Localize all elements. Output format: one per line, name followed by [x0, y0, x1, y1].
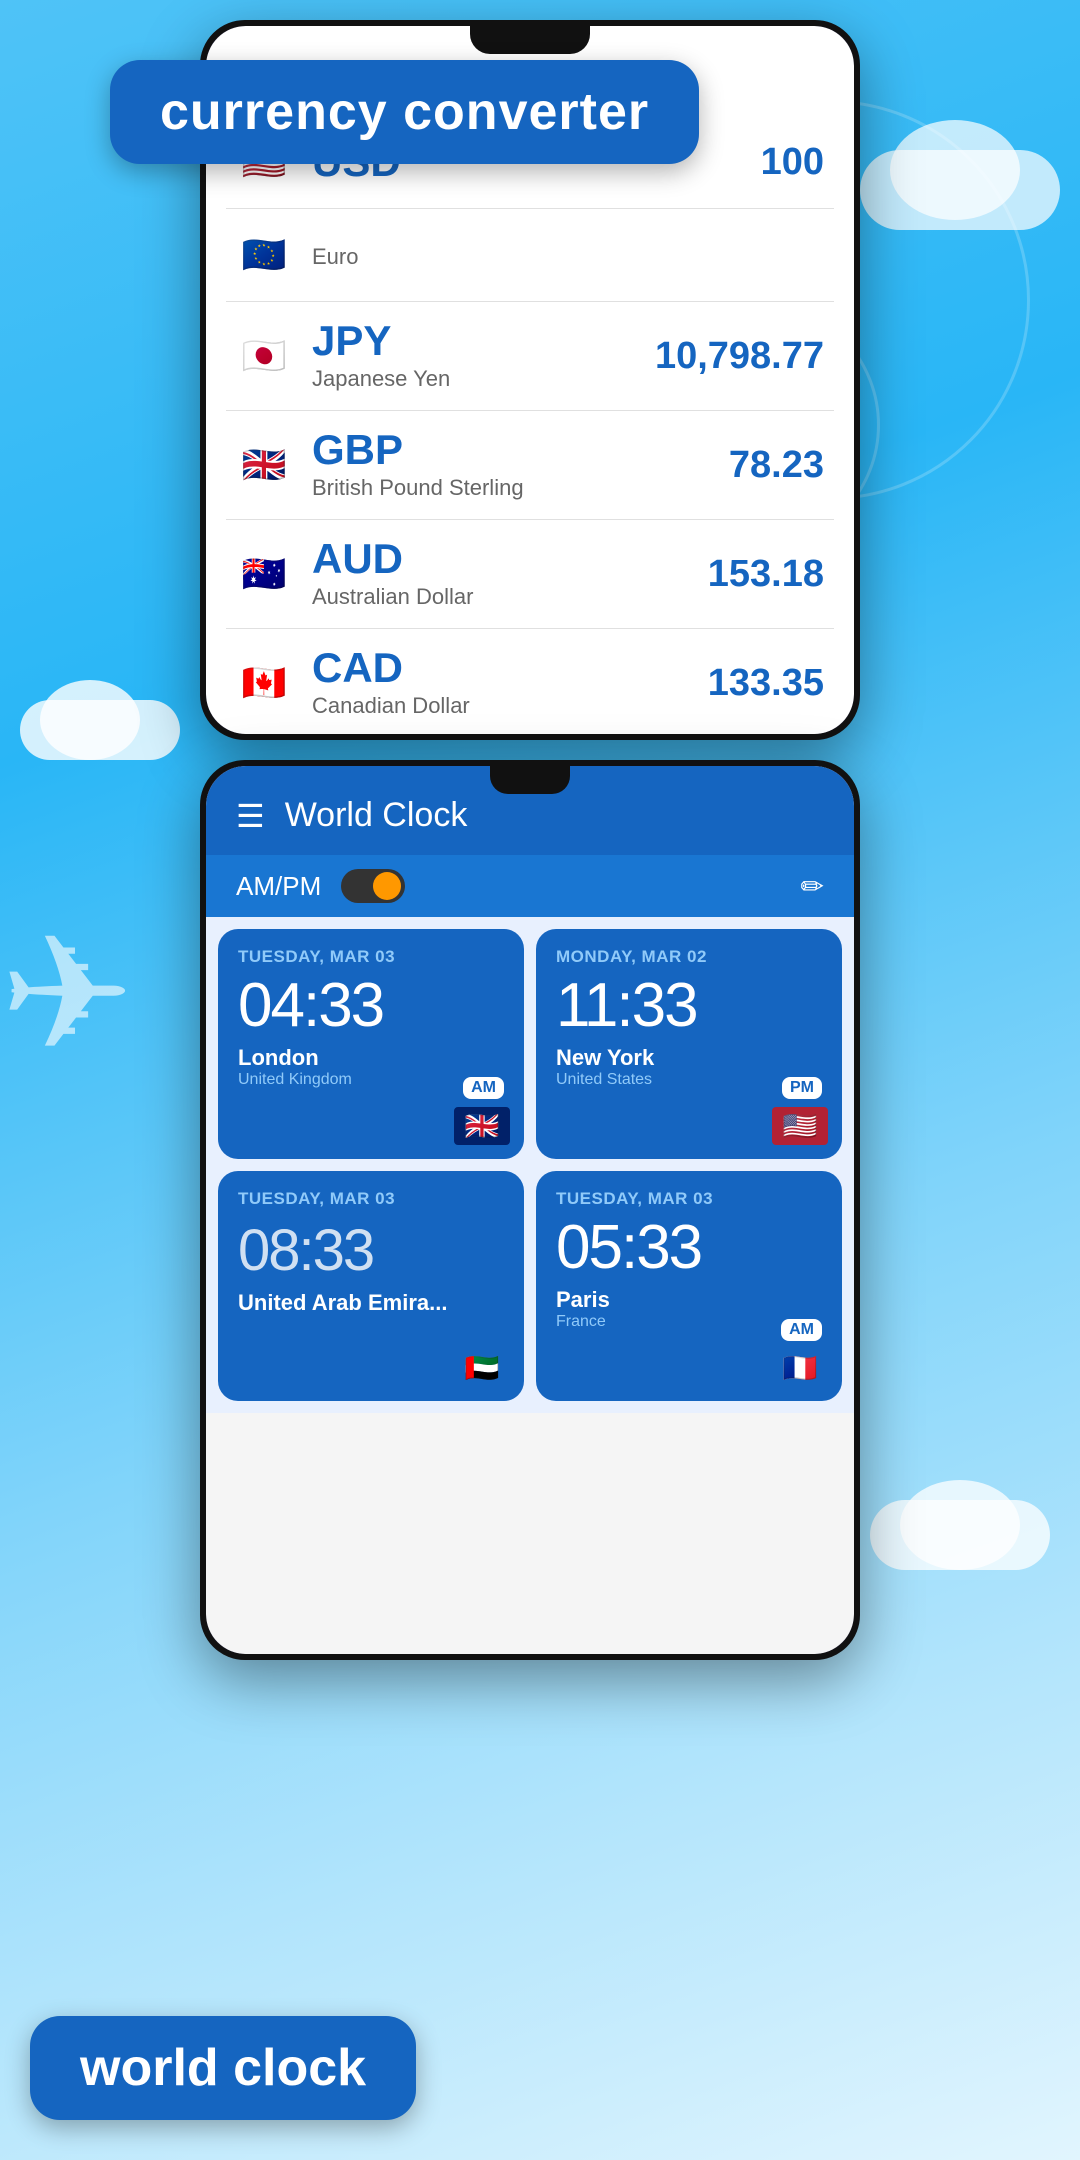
- world-clock-toolbar: AM/PM ✏: [206, 855, 854, 917]
- flag-cad: 🇨🇦: [236, 655, 292, 711]
- currency-value-usd: 100: [761, 141, 824, 184]
- currency-info-cad: CAD Canadian Dollar: [312, 647, 708, 719]
- currency-item-aud[interactable]: 🇦🇺 AUD Australian Dollar 153.18: [226, 520, 834, 629]
- clock-flag-paris: [772, 1349, 828, 1387]
- currency-converter-label: currency converter: [110, 60, 699, 164]
- clock-flag-uae: [454, 1349, 510, 1387]
- clock-card-newyork[interactable]: MONDAY, MAR 02 11:33 PM New York United …: [536, 929, 842, 1159]
- clock-ampm-paris: AM: [781, 1319, 822, 1341]
- clock-time-paris: 05:33: [556, 1217, 822, 1279]
- flag-gbp: 🇬🇧: [236, 437, 292, 493]
- ampm-label: AM/PM: [236, 871, 321, 902]
- currency-item-gbp[interactable]: 🇬🇧 GBP British Pound Sterling 78.23: [226, 411, 834, 520]
- clock-time-newyork: 11:33: [556, 975, 822, 1037]
- currency-name-cad: Canadian Dollar: [312, 693, 708, 719]
- currency-name-eur: Euro: [312, 244, 824, 270]
- world-clock-title: World Clock: [285, 796, 824, 835]
- ampm-toggle[interactable]: [341, 869, 405, 903]
- clock-city-newyork: New York: [556, 1045, 822, 1071]
- flag-eur: 🇪🇺: [236, 227, 292, 283]
- clock-flag-london: [454, 1107, 510, 1145]
- clock-city-london: London: [238, 1045, 504, 1071]
- clock-time-london: 04:33: [238, 975, 504, 1037]
- phone-notch-top: [470, 26, 590, 54]
- clock-city-paris: Paris: [556, 1287, 822, 1313]
- edit-icon[interactable]: ✏: [801, 870, 824, 903]
- clock-city-uae: United Arab Emira...: [238, 1290, 504, 1316]
- currency-code-cad: CAD: [312, 647, 708, 689]
- currency-name-jpy: Japanese Yen: [312, 366, 655, 392]
- currency-item-cad[interactable]: 🇨🇦 CAD Canadian Dollar 133.35: [226, 629, 834, 734]
- clock-grid: TUESDAY, MAR 03 04:33 AM London United K…: [206, 917, 854, 1413]
- currency-value-aud: 153.18: [708, 553, 824, 596]
- currency-info-jpy: JPY Japanese Yen: [312, 320, 655, 392]
- clock-ampm-newyork: PM: [782, 1077, 822, 1099]
- currency-code-jpy: JPY: [312, 320, 655, 362]
- clock-date-paris: TUESDAY, MAR 03: [556, 1189, 822, 1209]
- flag-jpy: 🇯🇵: [236, 328, 292, 384]
- toggle-dot: [373, 872, 401, 900]
- clock-card-paris[interactable]: TUESDAY, MAR 03 05:33 AM Paris France: [536, 1171, 842, 1401]
- phone-world-clock: ☰ World Clock AM/PM ✏ TUESDAY, MAR 03 04…: [200, 760, 860, 1660]
- phone-notch-bottom: [490, 766, 570, 794]
- clock-card-uae[interactable]: TUESDAY, MAR 03 08:33 United Arab Emira.…: [218, 1171, 524, 1401]
- clock-date-newyork: MONDAY, MAR 02: [556, 947, 822, 967]
- airplane-decoration: ✈: [0, 900, 134, 1087]
- world-clock-label: world clock: [30, 2016, 416, 2120]
- clock-date-uae: TUESDAY, MAR 03: [238, 1189, 504, 1209]
- clock-ampm-london: AM: [463, 1077, 504, 1099]
- world-clock-screen: ☰ World Clock AM/PM ✏ TUESDAY, MAR 03 04…: [206, 766, 854, 1654]
- menu-icon[interactable]: ☰: [236, 797, 265, 835]
- currency-item-eur[interactable]: 🇪🇺 Euro: [226, 209, 834, 302]
- currency-name-gbp: British Pound Sterling: [312, 475, 729, 501]
- clock-date-london: TUESDAY, MAR 03: [238, 947, 504, 967]
- currency-info-aud: AUD Australian Dollar: [312, 538, 708, 610]
- uk-flag-icon: [454, 1107, 510, 1145]
- currency-info-eur: Euro: [312, 240, 824, 270]
- currency-list: 🇺🇸 USD 100 🇪🇺 Euro 🇯🇵 JPY Japanese Yen: [206, 116, 854, 734]
- clock-time-uae: 08:33: [238, 1217, 504, 1284]
- currency-value-cad: 133.35: [708, 662, 824, 705]
- currency-code-aud: AUD: [312, 538, 708, 580]
- clock-flag-newyork: [772, 1107, 828, 1145]
- currency-item-jpy[interactable]: 🇯🇵 JPY Japanese Yen 10,798.77: [226, 302, 834, 411]
- currency-info-gbp: GBP British Pound Sterling: [312, 429, 729, 501]
- currency-value-gbp: 78.23: [729, 444, 824, 487]
- currency-name-aud: Australian Dollar: [312, 584, 708, 610]
- currency-code-gbp: GBP: [312, 429, 729, 471]
- uae-flag-icon: [454, 1349, 510, 1387]
- clock-card-london[interactable]: TUESDAY, MAR 03 04:33 AM London United K…: [218, 929, 524, 1159]
- flag-aud: 🇦🇺: [236, 546, 292, 602]
- fr-flag-icon: [772, 1349, 828, 1387]
- us-flag-icon: [772, 1107, 828, 1145]
- currency-value-jpy: 10,798.77: [655, 335, 824, 378]
